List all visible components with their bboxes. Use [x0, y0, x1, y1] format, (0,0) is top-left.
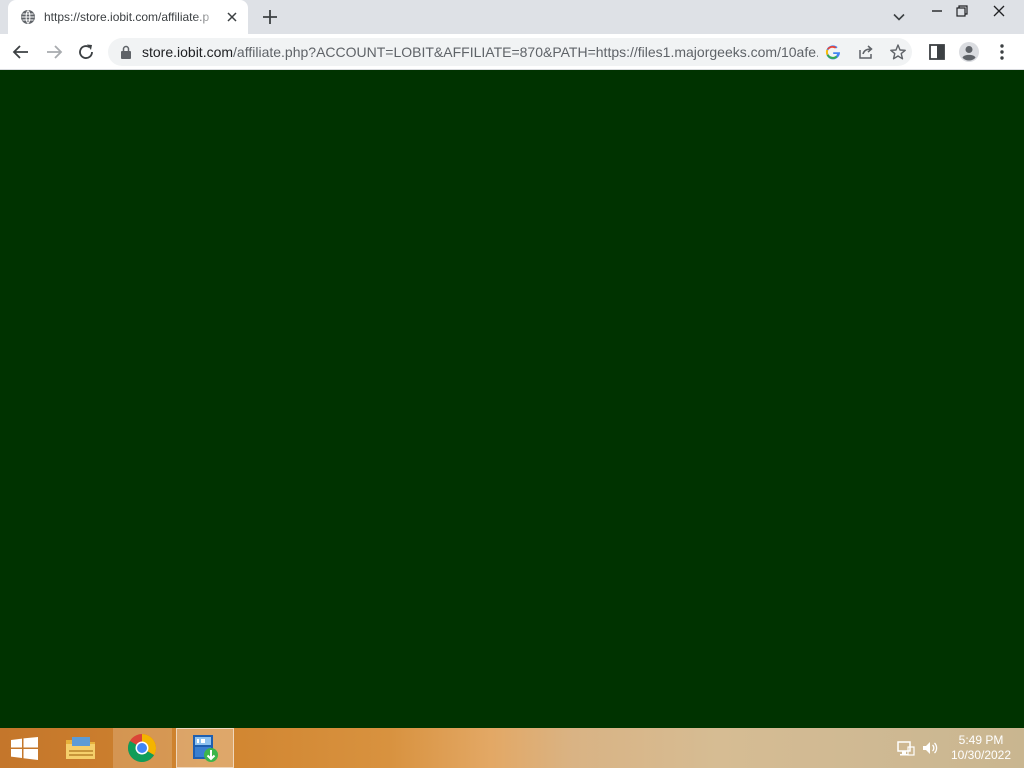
new-tab-icon[interactable]: [260, 7, 280, 27]
minimize-icon: [932, 10, 942, 12]
url-text[interactable]: store.iobit.com/affiliate.php?ACCOUNT=LO…: [142, 44, 818, 60]
url-path: /affiliate.php?ACCOUNT=LOBIT&AFFILIATE=8…: [233, 44, 818, 60]
profile-avatar-icon[interactable]: [958, 41, 980, 63]
forward-arrow-icon: [47, 45, 63, 59]
restore-button[interactable]: [947, 0, 977, 22]
tab-close-icon[interactable]: [224, 9, 240, 25]
close-button[interactable]: [984, 0, 1014, 22]
globe-icon: [21, 10, 35, 24]
share-icon[interactable]: [857, 43, 875, 61]
browser-toolbar: store.iobit.com/affiliate.php?ACCOUNT=LO…: [0, 34, 1024, 70]
iobit-icon: [193, 735, 218, 762]
lock-icon[interactable]: [120, 45, 132, 59]
reload-icon[interactable]: [75, 41, 97, 63]
bookmark-star-icon[interactable]: [889, 43, 907, 61]
taskbar: 5:49 PM 10/30/2022: [0, 728, 1024, 768]
chevron-down-icon[interactable]: [890, 8, 908, 26]
side-panel-icon[interactable]: [926, 41, 948, 63]
page-content: [0, 70, 1024, 728]
browser-tab[interactable]: https://store.iobit.com/affiliate.p: [8, 0, 248, 34]
chrome-icon: [128, 734, 156, 762]
taskbar-pin-file-explorer[interactable]: [52, 728, 110, 768]
tab-title: https://store.iobit.com/affiliate.p: [44, 10, 210, 24]
start-button[interactable]: [0, 728, 48, 768]
restore-icon: [956, 5, 968, 17]
taskbar-pin-iobit-installer[interactable]: [176, 728, 234, 768]
close-icon: [993, 5, 1005, 17]
volume-icon[interactable]: [920, 738, 940, 758]
taskbar-pin-chrome[interactable]: [113, 728, 172, 768]
clock-date: 10/30/2022: [950, 748, 1012, 762]
menu-kebab-icon[interactable]: [991, 41, 1013, 63]
back-arrow-icon[interactable]: [10, 41, 32, 63]
google-lens-icon[interactable]: [824, 43, 842, 61]
network-icon[interactable]: [896, 738, 916, 758]
address-bar[interactable]: store.iobit.com/affiliate.php?ACCOUNT=LO…: [108, 38, 912, 66]
windows-logo-icon: [11, 737, 38, 760]
tab-strip: https://store.iobit.com/affiliate.p: [0, 0, 1024, 34]
folder-icon: [66, 737, 95, 759]
url-host: store.iobit.com: [142, 44, 234, 60]
system-clock[interactable]: 5:49 PM 10/30/2022: [944, 733, 1018, 763]
clock-time: 5:49 PM: [958, 733, 1004, 747]
